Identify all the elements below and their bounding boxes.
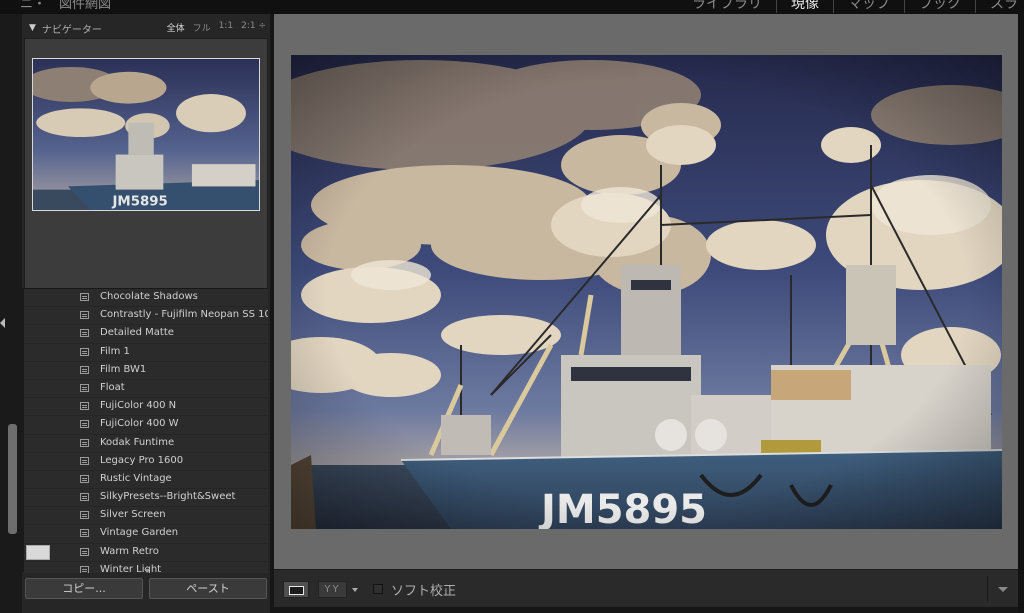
preset-icon: [80, 402, 89, 411]
preset-item-hovered[interactable]: Warm Retro: [24, 544, 268, 562]
soft-proof-checkbox[interactable]: [373, 584, 383, 594]
svg-text:JM5895: JM5895: [111, 195, 167, 210]
preset-icon: [80, 529, 89, 538]
preset-icon: [80, 565, 89, 573]
module-library[interactable]: ライブラリ: [678, 0, 777, 13]
top-module-bar: ニ・ 図件網図 ライブラリ 現像 マップ ブック スラ: [0, 0, 1024, 14]
right-panel-edge: [1018, 14, 1024, 613]
navigator-header[interactable]: ▼ ナビゲーター 全体 フル 1:1 2:1 ÷: [22, 18, 270, 38]
preset-item[interactable]: SilkyPresets--Bright&Sweet: [24, 489, 268, 508]
left-panel: ▼ ナビゲーター 全体 フル 1:1 2:1 ÷ JM5895 Chocolat…: [22, 14, 270, 613]
preset-icon: [80, 293, 89, 301]
preset-item[interactable]: Detailed Matte: [24, 325, 268, 344]
copy-settings-button[interactable]: コピー...: [25, 578, 143, 599]
loupe-view-button[interactable]: [283, 581, 309, 598]
preset-item[interactable]: Kodak Funtime: [24, 435, 268, 453]
preset-icon: [80, 474, 89, 483]
preset-icon: [80, 311, 89, 320]
preset-icon: [80, 456, 89, 465]
toolbar-options-button[interactable]: [987, 576, 1016, 602]
preset-icon: [80, 365, 89, 374]
module-develop[interactable]: 現像: [777, 0, 834, 13]
preset-item[interactable]: Vintage Garden: [24, 525, 268, 544]
before-after-dropdown-icon[interactable]: [352, 588, 358, 592]
preset-item[interactable]: Float: [24, 380, 268, 399]
copy-paste-row: コピー... ペースト: [22, 574, 270, 604]
preset-item[interactable]: Film 1: [24, 344, 268, 362]
preset-icon: [80, 329, 89, 338]
preset-icon: [80, 420, 89, 429]
preset-item[interactable]: Rustic Vintage: [24, 471, 268, 490]
preset-icon: [80, 511, 89, 520]
zoom-fit[interactable]: 全体: [167, 21, 185, 34]
preset-icon: [80, 383, 89, 392]
navigator-title: ナビゲーター: [41, 24, 102, 36]
disclosure-triangle-icon[interactable]: ▼: [29, 23, 36, 33]
preset-item[interactable]: Chocolate Shadows: [24, 289, 268, 308]
preset-item[interactable]: Legacy Pro 1600: [24, 453, 268, 471]
preset-item[interactable]: Silver Screen: [24, 507, 268, 526]
preset-hover-swatch: [26, 544, 50, 560]
module-picker: ライブラリ 現像 マップ ブック スラ: [678, 0, 1024, 13]
left-panel-edge: [0, 14, 22, 613]
catalog-title: ニ・ 図件網図: [20, 0, 112, 12]
bottom-toolbar: YY ソフト校正: [274, 569, 1018, 607]
preset-item[interactable]: FujiColor 400 W: [24, 416, 268, 435]
scroll-more-icon[interactable]: [144, 569, 150, 573]
preset-icon: [80, 547, 89, 556]
preset-list: Chocolate Shadows Contrastly - Fujifilm …: [24, 288, 268, 573]
main-photo[interactable]: JM5895: [291, 55, 1002, 529]
panel-scrollbar[interactable]: [8, 424, 17, 534]
paste-settings-button[interactable]: ペースト: [149, 578, 267, 599]
chevron-down-icon: [998, 587, 1008, 592]
image-canvas: JM5895: [274, 14, 1018, 569]
filmstrip-edge: [274, 607, 1018, 613]
zoom-options: 全体 フル 1:1 2:1 ÷: [167, 21, 266, 34]
module-map[interactable]: マップ: [834, 0, 905, 13]
preset-icon: [80, 438, 89, 447]
preset-item[interactable]: Film BW1: [24, 362, 268, 380]
module-book[interactable]: ブック: [905, 0, 976, 13]
soft-proof-label: ソフト校正: [391, 584, 457, 599]
preset-item[interactable]: FujiColor 400 N: [24, 398, 268, 417]
zoom-fill[interactable]: フル: [193, 21, 211, 34]
before-after-button[interactable]: YY: [318, 581, 347, 598]
preset-item[interactable]: Contrastly - Fujifilm Neopan SS 100: [24, 307, 268, 326]
module-slideshow[interactable]: スラ: [976, 0, 1024, 13]
preset-icon: [80, 493, 89, 502]
zoom-1-1[interactable]: 1:1: [219, 21, 233, 34]
collapse-left-panel-icon[interactable]: [0, 318, 5, 328]
zoom-2-1[interactable]: 2:1 ÷: [241, 21, 266, 34]
navigator-thumbnail[interactable]: JM5895: [32, 58, 260, 211]
preset-icon: [80, 347, 89, 356]
